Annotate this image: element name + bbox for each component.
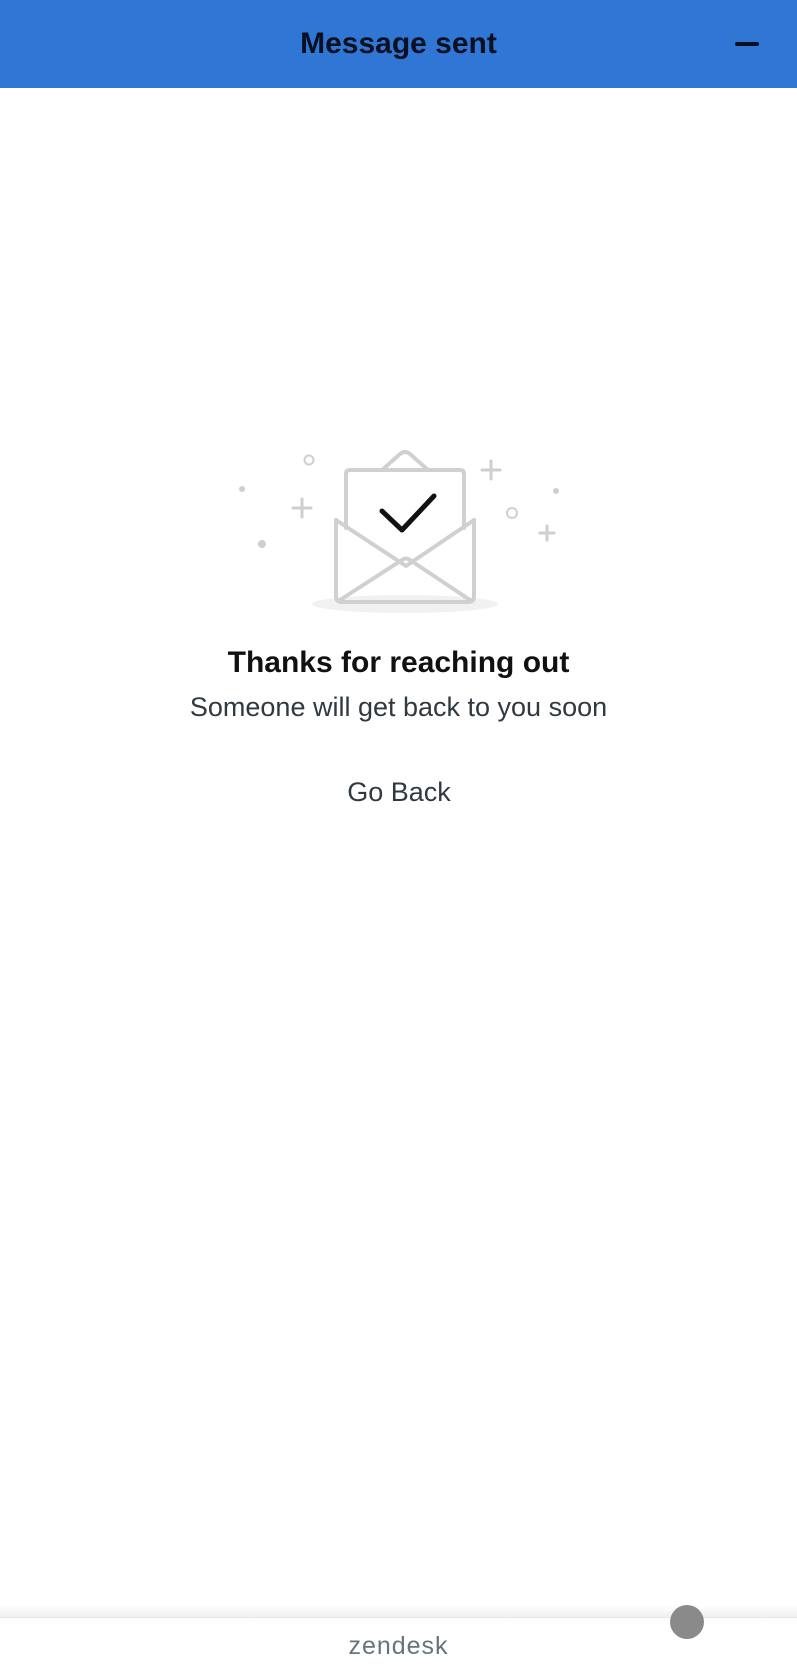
- check-mark: [379, 493, 437, 533]
- minimize-icon[interactable]: [733, 28, 763, 58]
- sparkle-plus: [538, 524, 556, 542]
- cursor-indicator: [670, 1605, 704, 1639]
- letter-sheet: [344, 468, 466, 530]
- envelope-check-illustration: [239, 450, 559, 613]
- confirmation-subtitle: Someone will get back to you soon: [189, 692, 608, 722]
- sparkle-dot: [239, 486, 245, 492]
- confirmation-title: Thanks for reaching out: [227, 646, 570, 679]
- sparkle-plus: [291, 497, 313, 519]
- header-title: Message sent: [300, 27, 497, 60]
- sparkle-dot: [553, 488, 559, 494]
- sparkle-dot: [258, 540, 266, 548]
- go-back-button[interactable]: Go Back: [298, 770, 500, 814]
- sparkle-plus: [480, 459, 502, 481]
- sparkle-ring: [303, 454, 315, 466]
- header-bar: Message sent: [0, 0, 797, 88]
- sparkle-ring: [506, 507, 518, 519]
- envelope-top-flap: [380, 450, 430, 472]
